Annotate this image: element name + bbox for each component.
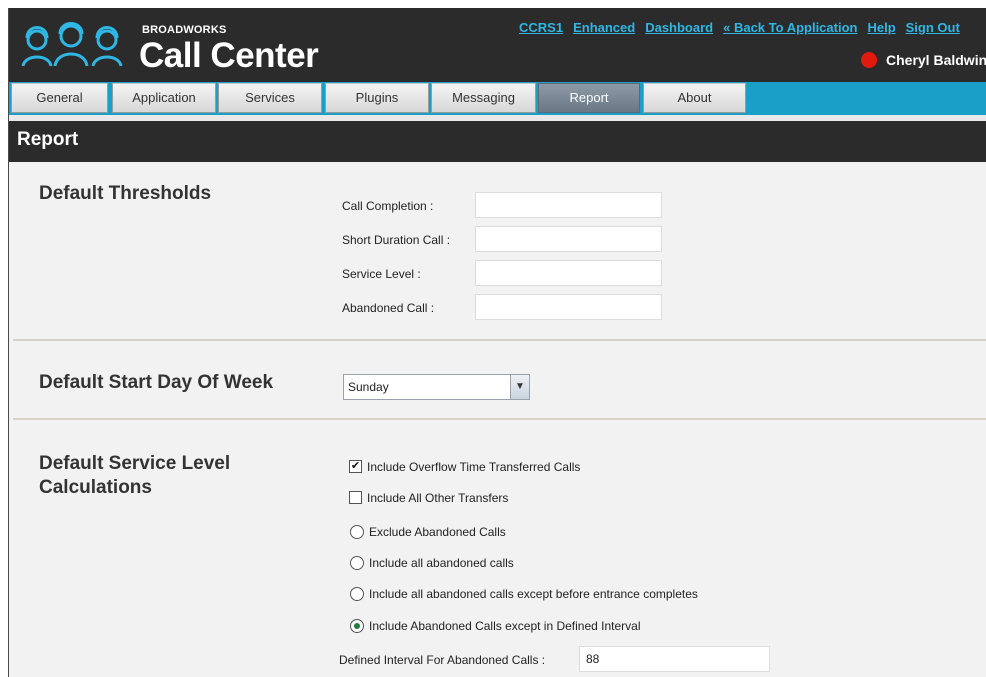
thresholds-title: Default Thresholds <box>39 183 212 204</box>
defined-interval-input[interactable] <box>579 646 770 672</box>
include-except-interval-radio[interactable] <box>350 619 364 633</box>
link-sign-out[interactable]: Sign Out <box>906 20 960 35</box>
include-except-interval-label[interactable]: Include Abandoned Calls except in Define… <box>369 619 641 633</box>
app-header: BROADWORKS Call Center CCRS1 Enhanced Dash… <box>9 8 986 82</box>
report-settings: Default Thresholds Call Completion : Sho… <box>9 162 986 677</box>
top-links: CCRS1 Enhanced Dashboard « Back To Applicat… <box>519 19 970 37</box>
tab-messaging[interactable]: Messaging <box>431 83 536 113</box>
start-day-title: Default Start Day Of Week <box>39 372 274 393</box>
call-completion-label: Call Completion : <box>342 199 434 213</box>
include-all-abandoned-radio[interactable] <box>350 556 364 570</box>
abandoned-call-input[interactable] <box>475 294 662 320</box>
section-divider <box>13 418 986 420</box>
page-title-bar: Report <box>9 121 986 162</box>
tab-report[interactable]: Report <box>538 83 640 113</box>
start-day-select[interactable]: Sunday ▼ <box>343 374 530 400</box>
user-status[interactable]: Cheryl Baldwin <box>861 52 986 68</box>
tab-about[interactable]: About <box>643 83 746 113</box>
exclude-abandoned-label[interactable]: Exclude Abandoned Calls <box>369 525 506 539</box>
tab-plugins[interactable]: Plugins <box>325 83 429 113</box>
section-divider <box>13 339 986 341</box>
service-level-input[interactable] <box>475 260 662 286</box>
include-except-entrance-radio[interactable] <box>350 587 364 601</box>
tab-application[interactable]: Application <box>112 83 216 113</box>
short-duration-call-input[interactable] <box>475 226 662 252</box>
brand-title: Call Center <box>139 36 319 75</box>
link-ccrs1[interactable]: CCRS1 <box>519 20 563 35</box>
link-dashboard[interactable]: Dashboard <box>645 20 713 35</box>
service-level-label: Service Level : <box>342 267 421 281</box>
overflow-transferred-label[interactable]: Include Overflow Time Transferred Calls <box>367 460 580 474</box>
tab-bar: General Application Services Plugins Mes… <box>9 82 986 115</box>
include-except-entrance-label[interactable]: Include all abandoned calls except befor… <box>369 587 698 601</box>
defined-interval-label: Defined Interval For Abandoned Calls : <box>339 653 546 667</box>
tab-general[interactable]: General <box>11 83 108 113</box>
call-completion-input[interactable] <box>475 192 662 218</box>
call-center-logo-icon <box>21 22 123 67</box>
other-transfers-checkbox[interactable] <box>349 491 362 504</box>
start-day-value: Sunday <box>348 380 389 394</box>
link-help[interactable]: Help <box>867 20 895 35</box>
app-frame: BROADWORKS Call Center CCRS1 Enhanced Dash… <box>8 8 986 677</box>
page-title: Report <box>17 129 79 150</box>
include-all-abandoned-label[interactable]: Include all abandoned calls <box>369 556 514 570</box>
brand-small-text: BROADWORKS <box>142 24 227 36</box>
status-red-icon <box>861 52 877 68</box>
service-level-title-line1: Default Service Level <box>39 453 231 474</box>
abandoned-call-label: Abandoned Call : <box>342 301 435 315</box>
user-name: Cheryl Baldwin <box>886 52 986 68</box>
other-transfers-label[interactable]: Include All Other Transfers <box>367 491 508 505</box>
exclude-abandoned-radio[interactable] <box>350 525 364 539</box>
link-back-to-application[interactable]: « Back To Application <box>723 20 857 35</box>
tab-services[interactable]: Services <box>218 83 322 113</box>
overflow-transferred-checkbox[interactable]: ✔ <box>349 460 362 473</box>
chevron-down-icon[interactable]: ▼ <box>510 375 529 399</box>
service-level-title-line2: Calculations <box>39 477 152 498</box>
link-enhanced[interactable]: Enhanced <box>573 20 635 35</box>
short-duration-call-label: Short Duration Call : <box>342 233 451 247</box>
